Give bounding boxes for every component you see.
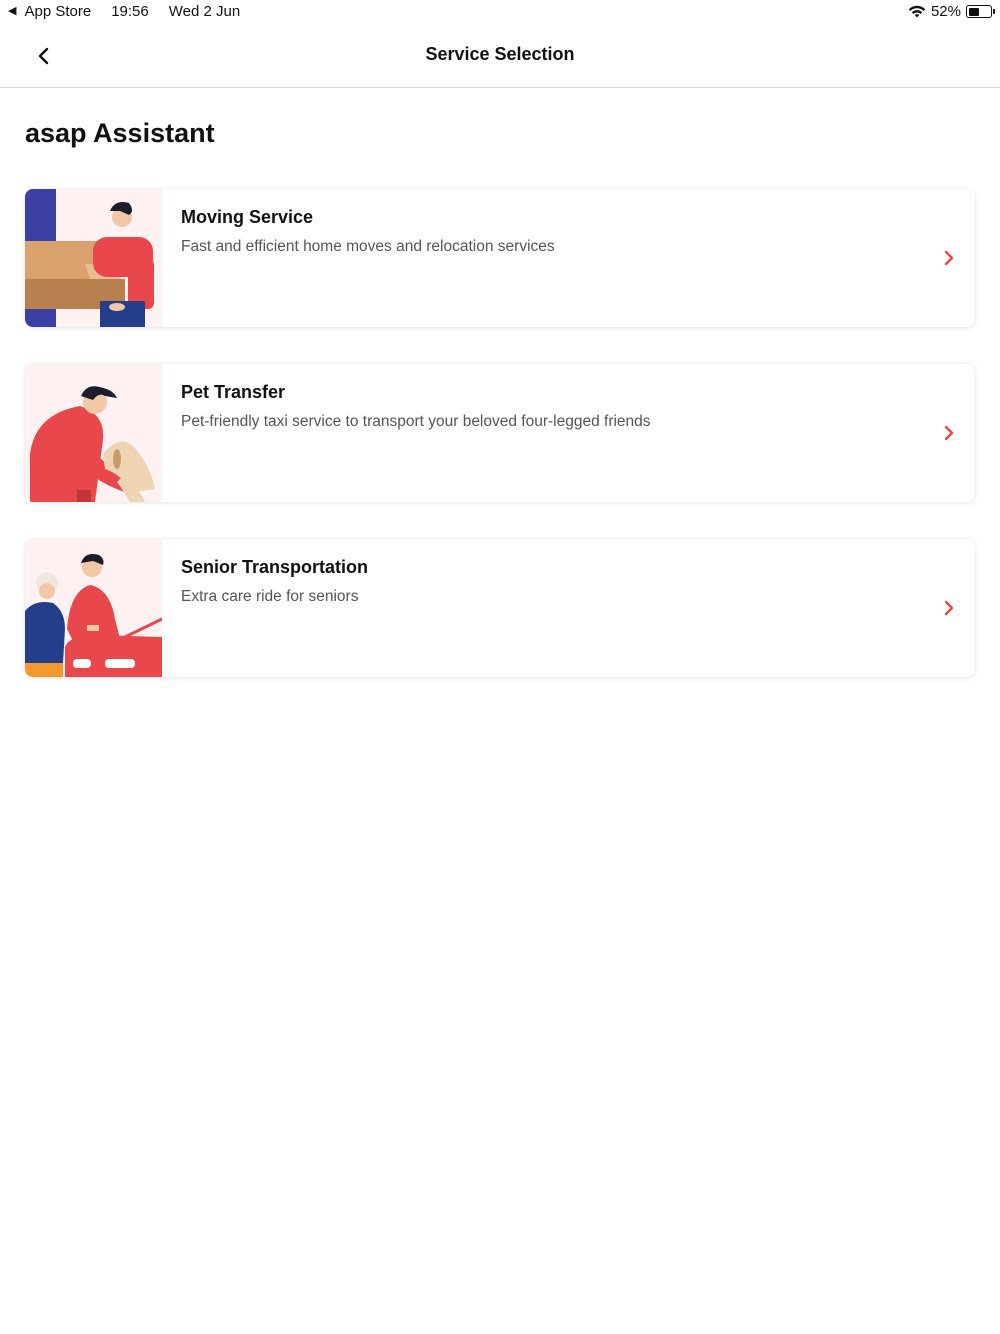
page-title: Service Selection (425, 44, 575, 64)
wifi-icon (908, 5, 926, 17)
service-description: Pet-friendly taxi service to transport y… (181, 413, 651, 430)
service-card-moving[interactable]: Moving Service Fast and efficient home m… (25, 189, 975, 327)
status-date: Wed 2 Jun (168, 3, 241, 20)
senior-transportation-illustration (25, 539, 162, 677)
section-heading: asap Assistant (25, 118, 215, 148)
back-to-app-icon[interactable]: ◀ (8, 6, 16, 17)
service-description: Extra care ride for seniors (181, 588, 359, 605)
service-card-senior-transportation[interactable]: Senior Transportation Extra care ride fo… (25, 539, 975, 677)
battery-icon (966, 5, 995, 18)
service-title: Pet Transfer (181, 382, 286, 402)
navigation-bar: Service Selection (0, 26, 1000, 88)
chevron-right-icon[interactable] (939, 421, 959, 445)
service-card-pet-transfer[interactable]: Pet Transfer Pet-friendly taxi service t… (25, 364, 975, 502)
status-time: 19:56 (111, 3, 149, 20)
back-to-app-label[interactable]: App Store (24, 3, 91, 20)
chevron-right-icon[interactable] (939, 246, 959, 270)
moving-service-illustration (25, 189, 162, 327)
service-title: Moving Service (181, 207, 314, 227)
service-title: Senior Transportation (181, 557, 369, 577)
status-bar: ◀ App Store 19:56 Wed 2 Jun 52% (0, 0, 1000, 26)
service-description: Fast and efficient home moves and reloca… (181, 238, 555, 255)
battery-level (968, 7, 980, 16)
chevron-right-icon[interactable] (939, 596, 959, 620)
pet-transfer-illustration (25, 364, 162, 502)
battery-percent: 52% (930, 3, 961, 20)
